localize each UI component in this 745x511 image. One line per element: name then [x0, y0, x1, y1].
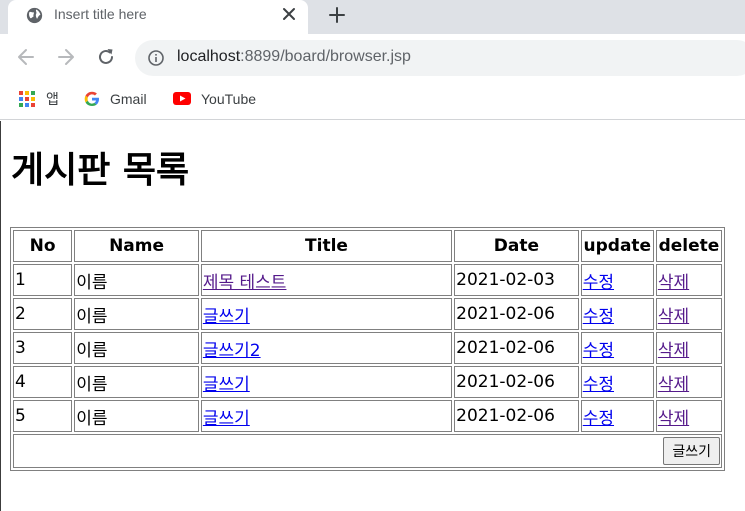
bookmark-apps[interactable]: 앱 — [18, 89, 59, 109]
cell-delete: 삭제 — [655, 298, 722, 330]
browser-tab[interactable]: Insert title here — [8, 0, 308, 34]
page-title: 게시판 목록 — [11, 150, 190, 191]
cell-title: 글쓰기 — [200, 400, 453, 432]
update-link[interactable]: 수정 — [583, 375, 614, 395]
title-link[interactable]: 글쓰기2 — [203, 341, 261, 361]
cell-name: 이름 — [74, 366, 199, 398]
table-row: 4 이름 글쓰기 2021-02-06 수정 삭제 — [13, 366, 722, 398]
cell-delete: 삭제 — [655, 366, 722, 398]
cell-name: 이름 — [74, 298, 199, 330]
cell-delete: 삭제 — [655, 400, 722, 432]
cell-name: 이름 — [74, 400, 199, 432]
cell-no: 2 — [13, 298, 73, 330]
cell-date: 2021-02-06 — [454, 332, 579, 364]
table-row: 5 이름 글쓰기 2021-02-06 수정 삭제 — [13, 400, 722, 432]
cell-update: 수정 — [580, 264, 654, 296]
table-header-row: No Name Title Date update delete — [13, 230, 722, 262]
delete-link[interactable]: 삭제 — [658, 273, 689, 293]
cell-delete: 삭제 — [655, 264, 722, 296]
update-link[interactable]: 수정 — [583, 273, 614, 293]
write-cell: 글쓰기 — [13, 434, 722, 468]
table-row: 3 이름 글쓰기2 2021-02-06 수정 삭제 — [13, 332, 722, 364]
column-header-title: Title — [200, 230, 453, 262]
browser-toolbar: localhost:8899/board/browser.jsp — [0, 34, 745, 80]
cell-no: 1 — [13, 264, 73, 296]
cell-no: 3 — [13, 332, 73, 364]
column-header-date: Date — [454, 230, 579, 262]
board-table: No Name Title Date update delete 1 이름 제목… — [10, 227, 725, 471]
cell-no: 4 — [13, 366, 73, 398]
delete-link[interactable]: 삭제 — [658, 409, 689, 429]
cell-update: 수정 — [580, 332, 654, 364]
info-icon[interactable] — [148, 50, 164, 66]
bookmarks-bar: 앱 Gmail YouTube — [0, 80, 745, 120]
back-arrow-icon[interactable] — [15, 46, 37, 68]
tab-strip: Insert title here — [0, 0, 745, 34]
cell-date: 2021-02-03 — [454, 264, 579, 296]
google-icon — [84, 91, 99, 106]
delete-link[interactable]: 삭제 — [658, 341, 689, 361]
apps-grid-icon — [19, 91, 35, 107]
reload-icon[interactable] — [95, 46, 117, 68]
cell-update: 수정 — [580, 298, 654, 330]
cell-title: 글쓰기2 — [200, 332, 453, 364]
column-header-delete: delete — [655, 230, 722, 262]
cell-no: 5 — [13, 400, 73, 432]
update-link[interactable]: 수정 — [583, 341, 614, 361]
page-content: 게시판 목록 No Name Title Date update delete … — [0, 121, 745, 511]
forward-arrow-icon[interactable] — [55, 46, 77, 68]
column-header-update: update — [580, 230, 654, 262]
cell-name: 이름 — [74, 332, 199, 364]
cell-title: 글쓰기 — [200, 298, 453, 330]
write-button[interactable]: 글쓰기 — [663, 437, 720, 465]
youtube-icon — [173, 92, 191, 105]
cell-date: 2021-02-06 — [454, 400, 579, 432]
cell-update: 수정 — [580, 366, 654, 398]
delete-link[interactable]: 삭제 — [658, 307, 689, 327]
address-bar[interactable]: localhost:8899/board/browser.jsp — [135, 40, 745, 76]
update-link[interactable]: 수정 — [583, 409, 614, 429]
update-link[interactable]: 수정 — [583, 307, 614, 327]
close-icon[interactable] — [280, 5, 298, 23]
column-header-name: Name — [74, 230, 199, 262]
tab-title: Insert title here — [54, 6, 147, 22]
cell-date: 2021-02-06 — [454, 298, 579, 330]
delete-link[interactable]: 삭제 — [658, 375, 689, 395]
table-row: 2 이름 글쓰기 2021-02-06 수정 삭제 — [13, 298, 722, 330]
cell-name: 이름 — [74, 264, 199, 296]
title-link[interactable]: 글쓰기 — [203, 307, 250, 327]
bookmark-youtube[interactable]: YouTube — [173, 89, 256, 109]
cell-update: 수정 — [580, 400, 654, 432]
bookmark-label: Gmail — [110, 91, 147, 107]
write-row: 글쓰기 — [13, 434, 722, 468]
title-link[interactable]: 글쓰기 — [203, 375, 250, 395]
cell-title: 제목 테스트 — [200, 264, 453, 296]
table-row: 1 이름 제목 테스트 2021-02-03 수정 삭제 — [13, 264, 722, 296]
column-header-no: No — [13, 230, 73, 262]
title-link[interactable]: 글쓰기 — [203, 409, 250, 429]
url-text[interactable]: localhost:8899/board/browser.jsp — [177, 48, 411, 66]
globe-icon — [26, 7, 43, 24]
bookmark-label: 앱 — [46, 91, 59, 107]
cell-title: 글쓰기 — [200, 366, 453, 398]
title-link[interactable]: 제목 테스트 — [203, 273, 287, 293]
cell-delete: 삭제 — [655, 332, 722, 364]
cell-date: 2021-02-06 — [454, 366, 579, 398]
bookmark-gmail[interactable]: Gmail — [84, 89, 147, 109]
bookmark-label: YouTube — [201, 91, 257, 107]
new-tab-plus-icon[interactable] — [327, 5, 347, 25]
